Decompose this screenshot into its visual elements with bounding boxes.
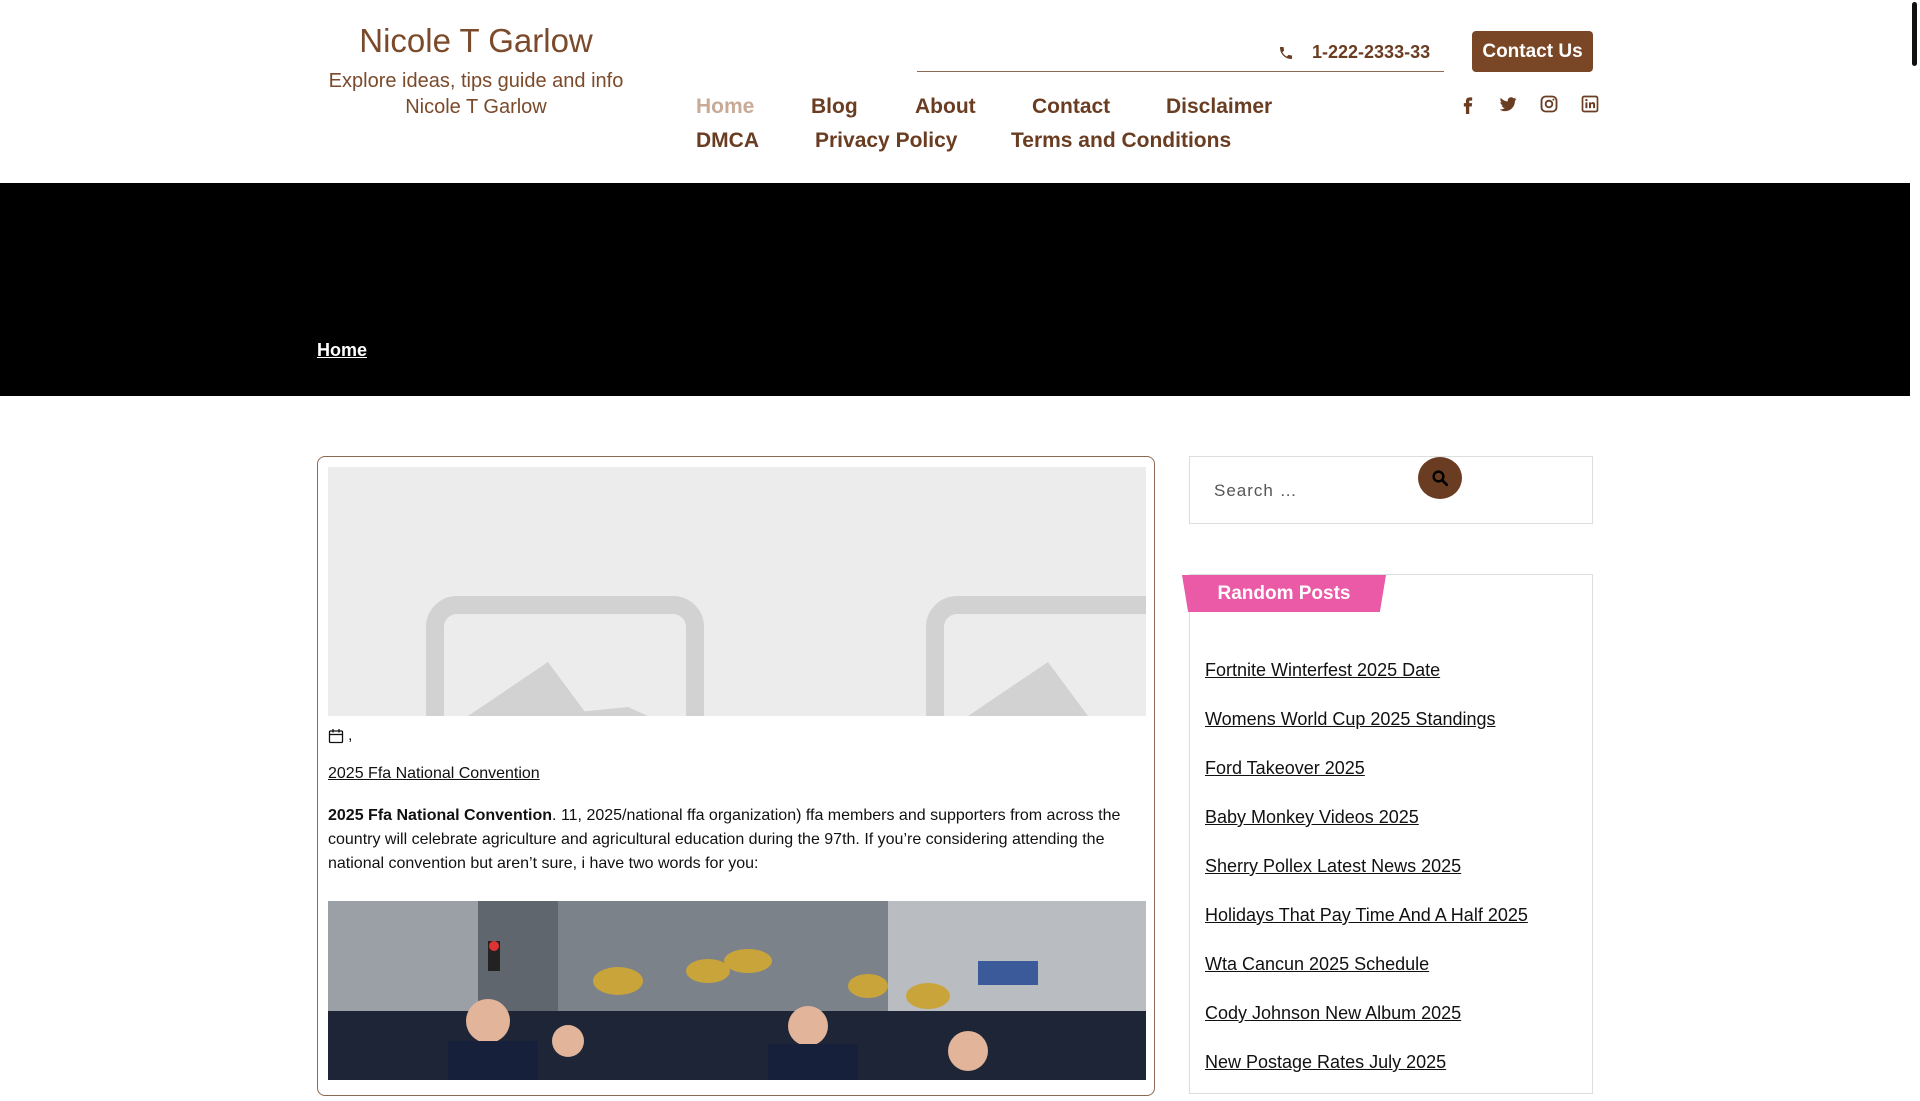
random-post-link[interactable]: New Postage Rates July 2025: [1205, 1052, 1446, 1072]
list-item: Cody Johnson New Album 2025: [1205, 1003, 1528, 1052]
list-item: Womens World Cup 2025 Standings: [1205, 709, 1528, 758]
list-item: Baby Monkey Videos 2025: [1205, 807, 1528, 856]
excerpt-bold: 2025 Ffa National Convention: [328, 807, 553, 824]
image-placeholder-icon: [426, 596, 1146, 716]
random-post-link[interactable]: Baby Monkey Videos 2025: [1205, 807, 1419, 827]
nav-about[interactable]: About: [915, 95, 976, 119]
featured-image-placeholder[interactable]: [328, 467, 1146, 716]
post-excerpt: 2025 Ffa National Convention. 11, 2025/n…: [328, 804, 1143, 876]
nav-dmca[interactable]: DMCA: [696, 129, 759, 153]
calendar-icon: [328, 729, 344, 744]
facebook-icon[interactable]: [1458, 94, 1478, 114]
phone-icon: [1280, 46, 1292, 59]
post-date: ,: [348, 727, 353, 744]
header-divider: [917, 71, 1444, 72]
random-post-link[interactable]: Sherry Pollex Latest News 2025: [1205, 856, 1461, 876]
contact-us-button[interactable]: Contact Us: [1472, 31, 1593, 72]
widget-title: Random Posts: [1182, 575, 1386, 612]
random-post-link[interactable]: Cody Johnson New Album 2025: [1205, 1003, 1461, 1023]
list-item: Wta Cancun 2025 Schedule: [1205, 954, 1528, 1003]
random-post-link[interactable]: Ford Takeover 2025: [1205, 758, 1365, 778]
photo-illustration: [328, 901, 1146, 1080]
search-input[interactable]: [1212, 475, 1416, 507]
site-title[interactable]: Nicole T Garlow: [317, 22, 635, 60]
list-item: Fortnite Winterfest 2025 Date: [1205, 660, 1528, 709]
list-item: Ford Takeover 2025: [1205, 758, 1528, 807]
post-photo[interactable]: [328, 901, 1146, 1080]
scrollbar-track[interactable]: [1910, 0, 1920, 1080]
post-meta: ,: [328, 727, 352, 745]
scrollbar-thumb[interactable]: [1912, 2, 1917, 66]
linkedin-icon[interactable]: [1580, 94, 1600, 114]
breadcrumb-home[interactable]: Home: [317, 340, 367, 361]
phone-number[interactable]: 1-222-2333-33: [1278, 42, 1430, 63]
phone-text: 1-222-2333-33: [1312, 42, 1431, 62]
nav-contact[interactable]: Contact: [1032, 95, 1110, 119]
nav-privacy-policy[interactable]: Privacy Policy: [815, 129, 957, 153]
random-post-link[interactable]: Womens World Cup 2025 Standings: [1205, 709, 1496, 729]
list-item: New Postage Rates July 2025: [1205, 1052, 1528, 1101]
nav-blog[interactable]: Blog: [811, 95, 858, 119]
instagram-icon[interactable]: [1539, 94, 1559, 114]
search-form: [1189, 456, 1593, 524]
nav-disclaimer[interactable]: Disclaimer: [1166, 95, 1272, 119]
random-post-link[interactable]: Wta Cancun 2025 Schedule: [1205, 954, 1429, 974]
twitter-icon[interactable]: [1498, 94, 1518, 114]
list-item: Sherry Pollex Latest News 2025: [1205, 856, 1528, 905]
nav-home[interactable]: Home: [696, 95, 754, 119]
post-title-link[interactable]: 2025 Ffa National Convention: [328, 765, 540, 783]
nav-terms-and-conditions[interactable]: Terms and Conditions: [1011, 129, 1231, 153]
list-item: Holidays That Pay Time And A Half 2025: [1205, 905, 1528, 954]
search-button[interactable]: [1418, 457, 1462, 499]
random-post-link[interactable]: Holidays That Pay Time And A Half 2025: [1205, 905, 1528, 925]
hero-banner: [0, 183, 1910, 396]
random-post-link[interactable]: Fortnite Winterfest 2025 Date: [1205, 660, 1440, 680]
search-icon: [1432, 470, 1449, 487]
random-posts-list: Fortnite Winterfest 2025 Date Womens Wor…: [1205, 660, 1528, 1101]
site-tagline: Explore ideas, tips guide and info Nicol…: [328, 70, 624, 118]
